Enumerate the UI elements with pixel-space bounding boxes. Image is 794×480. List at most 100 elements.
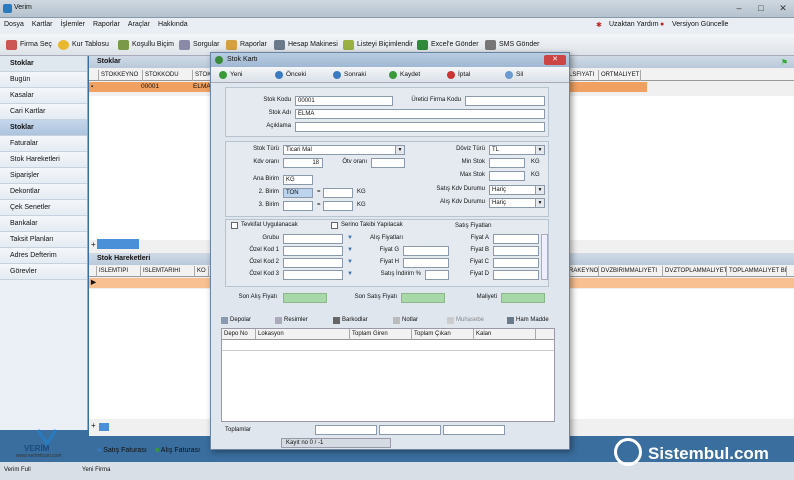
sidebar-item-taksit-planlari[interactable]: Taksit Planları (0, 232, 87, 248)
sonraki-button[interactable]: Sonraki (333, 69, 366, 81)
stoklar-selected-row[interactable]: ▪ 00001 ELMA (89, 82, 211, 92)
stok-kodu-field[interactable]: 00001 (295, 96, 393, 106)
max-stok-field[interactable] (489, 171, 525, 181)
alis-kdv-select[interactable]: Hariç ▼ (489, 198, 545, 208)
tevkifat-checkbox[interactable] (231, 222, 238, 229)
col-dvzbirimmaliyeti[interactable]: DVZBIRIMMALIYETI (599, 266, 663, 277)
close-button[interactable]: ✕ (772, 3, 794, 15)
chevron-down-icon[interactable]: ▼ (347, 271, 353, 277)
serino-checkbox[interactable] (331, 222, 338, 229)
hesap-makinesi-button[interactable]: Hesap Makinesi (274, 38, 338, 52)
sidebar-item-kasalar[interactable]: Kasalar (0, 88, 87, 104)
version-update-link[interactable]: Versiyon Güncelle (672, 18, 728, 31)
ozel2-field[interactable] (283, 258, 343, 268)
excel-gonder-button[interactable]: Excel'e Gönder (417, 38, 479, 52)
col-ko[interactable]: KO (195, 266, 209, 277)
doviz-select[interactable]: TL ▼ (489, 145, 545, 155)
remote-help-icon[interactable]: ✱ (596, 18, 602, 32)
fiyat-c-field[interactable] (493, 258, 539, 268)
sidebar-item-gorevler[interactable]: Görevler (0, 264, 87, 280)
fiyat-b-field[interactable] (493, 246, 539, 256)
sidebar-item-stok-hareketleri[interactable]: Stok Hareketleri (0, 152, 87, 168)
menu-islemler[interactable]: İşlemler (56, 18, 89, 31)
sorgular-button[interactable]: Sorgular (179, 38, 219, 52)
col-toplam-giren[interactable]: Toplam Giren (350, 329, 412, 340)
ozel3-field[interactable] (283, 270, 343, 280)
add-hareket-icon[interactable]: + (91, 421, 96, 430)
sidebar-item-adres-defterim[interactable]: Adres Defterim (0, 248, 87, 264)
remote-help-link[interactable]: Uzaktan Yardım (609, 18, 659, 31)
raporlar-button[interactable]: Raporlar (226, 38, 267, 52)
tab-resimler[interactable]: Resimler (275, 314, 308, 327)
menu-araclar[interactable]: Araçlar (124, 18, 154, 31)
col-depo-no[interactable]: Depo No (222, 329, 256, 340)
col-toplammaliyet[interactable]: TOPLAMMALIYET BIR (727, 266, 787, 277)
sidebar-item-cek-senetler[interactable]: Çek Senetler (0, 200, 87, 216)
kur-tablosu-button[interactable]: Kur Tablosu (58, 38, 109, 52)
kdv-field[interactable]: 18 (283, 158, 323, 168)
satis-kdv-select[interactable]: Hariç ▼ (489, 185, 545, 195)
sidebar-item-cari-kartlar[interactable]: Cari Kartlar (0, 104, 87, 120)
ana-birim-field[interactable]: KG (283, 175, 313, 185)
col-stokkodu[interactable]: STOKKODU (143, 70, 193, 81)
sidebar-item-stoklar[interactable]: Stoklar (0, 120, 87, 136)
aciklama-field[interactable] (295, 122, 545, 132)
minimize-button[interactable]: – (728, 3, 750, 15)
sidebar-item-faturalar[interactable]: Faturalar (0, 136, 87, 152)
col-kalan[interactable]: Kalan (474, 329, 536, 340)
satis-indirim-field[interactable] (425, 270, 449, 280)
satis-faturasi-button[interactable]: ■ Satış Faturası (97, 447, 147, 454)
firma-sec-button[interactable]: Firma Seç (6, 38, 52, 52)
iptal-button[interactable]: İptal (447, 69, 470, 81)
kosullu-bicim-button[interactable]: Koşullu Biçim (118, 38, 174, 52)
min-stok-field[interactable] (489, 158, 525, 168)
yeni-button[interactable]: Yeni (219, 69, 242, 81)
menu-dosya[interactable]: Dosya (0, 18, 28, 31)
uretici-field[interactable] (465, 96, 545, 106)
sms-gonder-button[interactable]: SMS Gönder (485, 38, 539, 52)
tab-ham-madde[interactable]: Ham Madde (507, 314, 549, 327)
stok-turu-select[interactable]: Ticari Mal ▼ (283, 145, 405, 155)
fiyat-d-field[interactable] (493, 270, 539, 280)
listeyi-bicimlendir-button[interactable]: Listeyi Biçimlendir (343, 38, 413, 52)
stoklar-scrollbar[interactable] (97, 239, 139, 249)
fiyat-a-field[interactable] (493, 234, 539, 244)
hareket-new-row[interactable]: ▶ (89, 278, 211, 288)
col-lokasyon[interactable]: Lokasyon (256, 329, 350, 340)
tab-notlar[interactable]: Notlar (393, 314, 418, 327)
hareket-scrollbar[interactable] (99, 423, 109, 431)
fiyat-scrollbar[interactable] (541, 234, 548, 280)
chevron-down-icon[interactable]: ▼ (347, 259, 353, 265)
col-ortmaliyet[interactable]: ORTMALIYET (599, 70, 641, 81)
maximize-button[interactable]: □ (750, 3, 772, 15)
chevron-down-icon[interactable]: ▼ (347, 247, 353, 253)
kaydet-button[interactable]: Kaydet (389, 69, 420, 81)
dialog-close-button[interactable]: ✕ (544, 55, 566, 65)
add-row-icon[interactable]: + (91, 240, 96, 249)
update-icon[interactable]: ● (660, 18, 664, 31)
sidebar-item-dekontlar[interactable]: Dekontlar (0, 184, 87, 200)
depo-grid-row[interactable] (222, 341, 554, 351)
col-dvztoplammaliyet[interactable]: DVZTOPLAMMALIYET (663, 266, 727, 277)
sidebar-item-bugun[interactable]: Bugün (0, 72, 87, 88)
stok-adi-field[interactable]: ELMA (295, 109, 545, 119)
sidebar-item-siparisler[interactable]: Siparişler (0, 168, 87, 184)
birim2-field[interactable]: TON (283, 188, 313, 198)
menu-raporlar[interactable]: Raporlar (89, 18, 124, 31)
col-islemtipi[interactable]: ISLEMTIPI (97, 266, 141, 277)
fiyat-g-field[interactable] (403, 246, 449, 256)
sil-button[interactable]: Sil (505, 69, 523, 81)
ozel1-field[interactable] (283, 246, 343, 256)
sidebar-item-bankalar[interactable]: Bankalar (0, 216, 87, 232)
tab-barkodlar[interactable]: Barkodlar (333, 314, 368, 327)
onceki-button[interactable]: Önceki (275, 69, 306, 81)
col-stokkeyno[interactable]: STOKKEYNO (99, 70, 143, 81)
grubu-field[interactable] (283, 234, 343, 244)
menu-hakkinda[interactable]: Hakkında (154, 18, 192, 31)
menu-kartlar[interactable]: Kartlar (28, 18, 57, 31)
otv-field[interactable] (371, 158, 405, 168)
col-rakeyno[interactable]: RAKEYNO (567, 266, 599, 277)
tab-muhasebe[interactable]: Muhasebe (447, 314, 484, 327)
tab-depolar[interactable]: Depolar (221, 314, 251, 327)
col-stok[interactable]: STOK (193, 70, 211, 81)
